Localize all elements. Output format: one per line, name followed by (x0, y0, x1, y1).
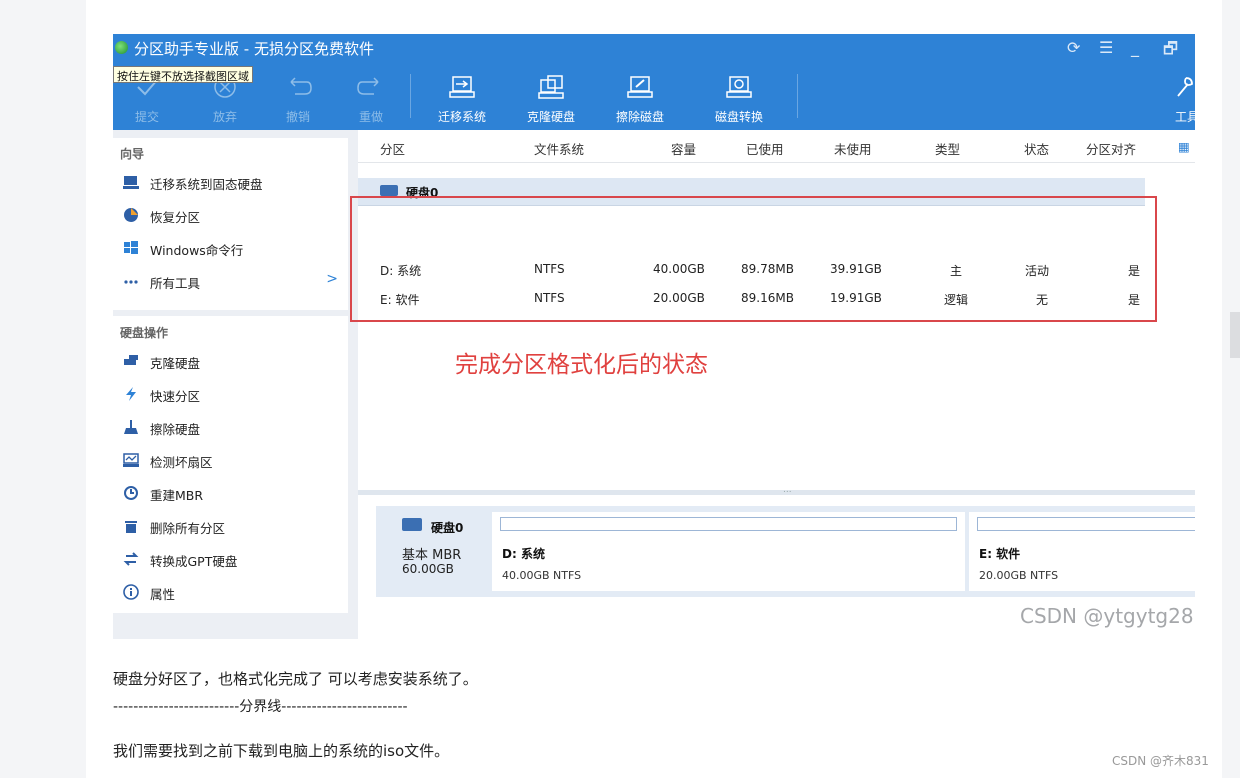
migrate-os-button[interactable]: 迁移系统 (429, 62, 495, 130)
undo-button[interactable]: 撤销 (268, 62, 328, 130)
migrate-ssd-icon (123, 174, 139, 190)
wizard-panel: 向导 迁移系统到固态硬盘 恢复分区 Windows命令行 所有工具 > (113, 138, 348, 310)
toolbar-separator (410, 74, 411, 118)
refresh-icon[interactable]: ⟳ (1067, 38, 1080, 57)
sidebar-item-bad-sector[interactable]: 检测坏扇区 (113, 448, 348, 474)
tools-button[interactable]: 工具 (1163, 62, 1195, 130)
info-icon (123, 584, 139, 600)
disk-check-icon (123, 452, 139, 468)
wipe-disk-button[interactable]: 擦除磁盘 (607, 62, 673, 130)
column-filesystem[interactable]: 文件系统 (534, 139, 584, 158)
convert-disk-button[interactable]: 磁盘转换 (706, 62, 772, 130)
column-type[interactable]: 类型 (935, 139, 960, 158)
restore-icon[interactable]: 🗗 (1163, 38, 1178, 65)
sidebar-item-wipe-disk[interactable]: 擦除硬盘 (113, 415, 348, 441)
paragraph: 我们需要找到之前下载到电脑上的系统的iso文件。 (113, 742, 450, 760)
sidebar-item-migrate-ssd[interactable]: 迁移系统到固态硬盘 (113, 170, 348, 196)
divider-line: -------------------------分界线------------… (113, 699, 408, 715)
hard-disk-icon (402, 518, 422, 531)
annotation-label: 完成分区格式化后的状态 (455, 352, 708, 378)
partition-card-e[interactable]: E: 软件 20.00GB NTFS (969, 512, 1195, 591)
sidebar-item-recover-partition[interactable]: 恢复分区 (113, 203, 348, 229)
clone-disk-icon (536, 74, 566, 100)
window-titlebar: 分区助手专业版 - 无损分区免费软件 ⟳ ☰ _ 🗗 (113, 34, 1195, 62)
sidebar-item-rebuild-mbr[interactable]: 重建MBR (113, 481, 348, 507)
rebuild-icon (123, 485, 139, 501)
sidebar-item-delete-all[interactable]: 删除所有分区 (113, 514, 348, 540)
convert-disk-icon (724, 74, 754, 100)
column-partition[interactable]: 分区 (380, 139, 405, 158)
toolbar-separator (797, 74, 798, 118)
sidebar-item-windows-cmd[interactable]: Windows命令行 (113, 236, 348, 262)
capture-tooltip: 按住左键不放选择截图区域 (113, 66, 253, 83)
toolbar: 提交 放弃 撤销 重做 迁移系统 克隆硬盘 擦除磁盘 磁盘转换 工具 (113, 62, 1195, 130)
table-header: 分区 文件系统 容量 已使用 未使用 类型 状态 分区对齐 ▦ (358, 130, 1195, 163)
tools-icon (1168, 74, 1195, 100)
app-logo-icon (115, 41, 128, 54)
page-scrollbar[interactable] (1230, 312, 1240, 358)
redo-button[interactable]: 重做 (341, 62, 401, 130)
minimize-icon[interactable]: _ (1131, 38, 1139, 57)
column-status[interactable]: 状态 (1024, 139, 1049, 158)
column-options-icon[interactable]: ▦ (1178, 139, 1190, 154)
partition-usage-bar (500, 517, 957, 531)
redo-icon (356, 74, 386, 100)
sidebar-item-convert-gpt[interactable]: 转换成GPT硬盘 (113, 547, 348, 573)
window-title: 分区助手专业版 - 无损分区免费软件 (134, 40, 374, 58)
panel-splitter[interactable]: ... (358, 485, 1195, 495)
more-icon (123, 273, 139, 289)
column-alignment[interactable]: 分区对齐 (1086, 139, 1136, 158)
disk-icon (380, 185, 398, 196)
recover-partition-icon (123, 207, 139, 223)
column-free[interactable]: 未使用 (834, 139, 872, 158)
highlight-box (350, 196, 1157, 322)
convert-icon (123, 551, 139, 567)
migrate-os-icon (447, 74, 477, 100)
column-capacity[interactable]: 容量 (671, 139, 696, 158)
windows-icon (123, 240, 139, 256)
sidebar-item-clone-disk[interactable]: 克隆硬盘 (113, 349, 348, 375)
broom-icon (123, 419, 139, 435)
paragraph: 硬盘分好区了，也格式化完成了 可以考虑安装系统了。 (113, 670, 478, 688)
clone-disk-button[interactable]: 克隆硬盘 (518, 62, 584, 130)
sidebar-item-all-tools[interactable]: 所有工具 > (113, 269, 348, 295)
undo-icon (283, 74, 313, 100)
partition-usage-bar (977, 517, 1195, 531)
footer-watermark: CSDN @齐木831 (1112, 754, 1209, 768)
sidebar-item-quick-partition[interactable]: 快速分区 (113, 382, 348, 408)
lightning-icon (123, 386, 139, 402)
chevron-right-icon: > (326, 271, 338, 287)
wipe-disk-icon (625, 74, 655, 100)
wizard-heading: 向导 (120, 147, 145, 161)
disk-map-panel: 硬盘0 基本 MBR 60.00GB D: 系统 40.00GB NTFS E:… (376, 506, 1195, 597)
clone-disk-icon (123, 353, 139, 369)
disk-summary[interactable]: 硬盘0 基本 MBR 60.00GB (376, 506, 492, 597)
screenshot-watermark: CSDN @ytgytg28 (1020, 604, 1194, 628)
partition-card-d[interactable]: D: 系统 40.00GB NTFS (492, 512, 965, 591)
disk-ops-panel: 硬盘操作 克隆硬盘 快速分区 擦除硬盘 检测坏扇区 重建MBR 删除所有分区 转… (113, 316, 348, 613)
trash-icon (123, 518, 139, 534)
disk-ops-heading: 硬盘操作 (120, 326, 169, 340)
sidebar: 向导 迁移系统到固态硬盘 恢复分区 Windows命令行 所有工具 > 硬盘操作 (113, 130, 358, 639)
menu-icon[interactable]: ☰ (1099, 38, 1113, 57)
column-used[interactable]: 已使用 (746, 139, 784, 158)
app-screenshot: 分区助手专业版 - 无损分区免费软件 ⟳ ☰ _ 🗗 提交 放弃 撤销 重做 迁… (113, 34, 1195, 639)
sidebar-item-properties[interactable]: 属性 (113, 580, 348, 606)
